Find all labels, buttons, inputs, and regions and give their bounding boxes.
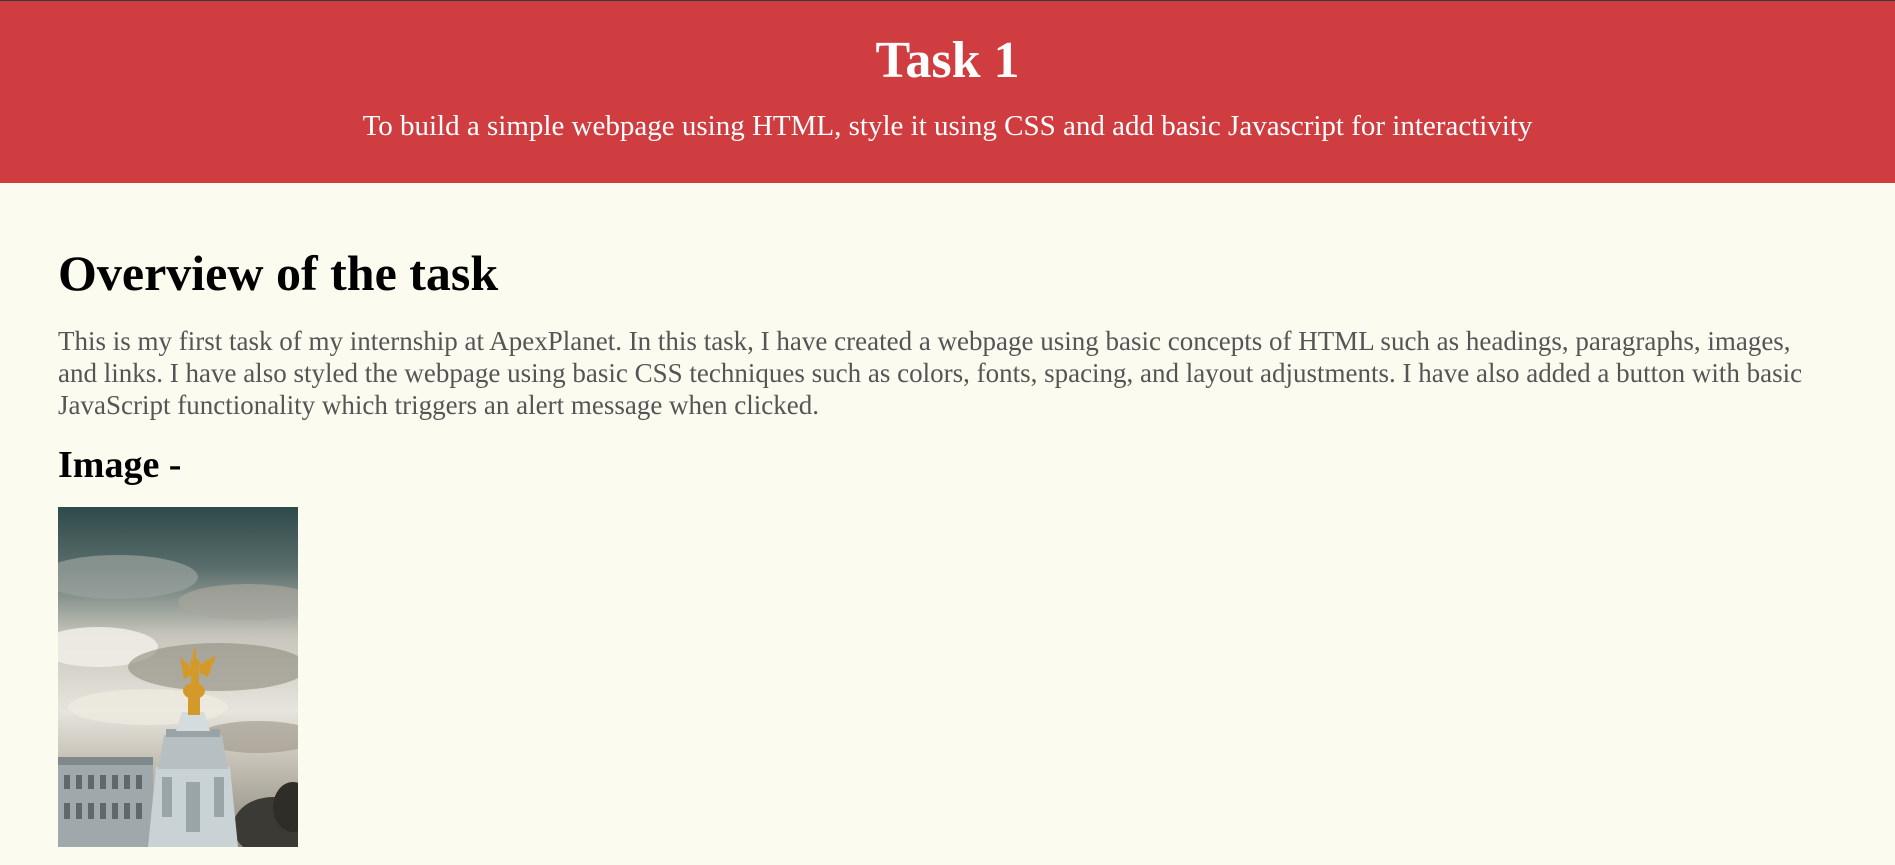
page-header: Task 1 To build a simple webpage using H… [0, 1, 1895, 183]
overview-heading: Overview of the task [58, 245, 499, 301]
monument-photo-illustration [58, 507, 298, 847]
page: Task 1 To build a simple webpage using H… [0, 0, 1895, 865]
page-title: Task 1 [875, 32, 1020, 89]
image-heading: Image - [58, 444, 182, 486]
monument-photo [58, 507, 298, 847]
main-content: Overview of the task This is my first ta… [0, 183, 1895, 847]
overview-paragraph: This is my first task of my internship a… [58, 326, 1803, 420]
page-subtitle: To build a simple webpage using HTML, st… [362, 110, 1533, 142]
